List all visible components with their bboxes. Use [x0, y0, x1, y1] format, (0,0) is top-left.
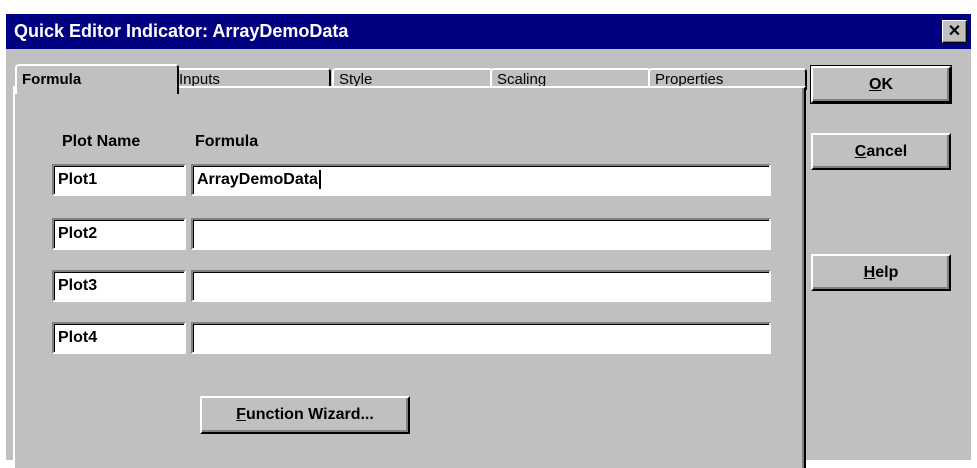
help-mnemonic: H — [863, 264, 876, 281]
tab-formula-label: Formula — [22, 71, 82, 88]
ok-label: K — [881, 76, 893, 93]
plot-name-field[interactable]: Plot3 — [52, 270, 186, 302]
formula-field[interactable] — [191, 322, 771, 354]
close-icon: ✕ — [947, 23, 962, 40]
dialog-window: Quick Editor Indicator: ArrayDemoData ✕ … — [6, 14, 971, 468]
formula-field[interactable] — [191, 218, 771, 250]
window-title: Quick Editor Indicator: ArrayDemoData — [14, 21, 349, 41]
plot1-name-value: Plot1 — [58, 171, 98, 188]
plot-name-field[interactable]: Plot1 — [52, 164, 186, 196]
formula-field[interactable]: ArrayDemoData — [191, 164, 771, 196]
help-label: elp — [875, 264, 899, 281]
close-button[interactable]: ✕ — [942, 20, 967, 43]
title-bar[interactable]: Quick Editor Indicator: ArrayDemoData ✕ — [6, 14, 971, 49]
help-button[interactable]: Help — [811, 254, 951, 291]
cancel-label: ancel — [866, 143, 908, 160]
plot4-name-value: Plot4 — [58, 329, 98, 346]
plot3-name-value: Plot3 — [58, 277, 98, 294]
formula-header: Formula — [195, 133, 259, 150]
function-wizard-mnemonic: F — [236, 406, 246, 423]
function-wizard-label: unction Wizard... — [245, 406, 374, 423]
ok-button[interactable]: OK — [810, 65, 952, 104]
ok-mnemonic: O — [868, 76, 882, 93]
formula-field[interactable] — [191, 270, 771, 302]
plot1-formula-value: ArrayDemoData — [197, 171, 318, 188]
text-caret — [318, 170, 321, 190]
function-wizard-button[interactable]: Function Wizard... — [200, 396, 410, 434]
cancel-button[interactable]: Cancel — [811, 133, 951, 170]
plot-name-field[interactable]: Plot4 — [52, 322, 186, 354]
plot-name-header: Plot Name — [62, 133, 141, 150]
cancel-mnemonic: C — [854, 143, 867, 160]
plot2-name-value: Plot2 — [58, 225, 98, 242]
plot-name-field[interactable]: Plot2 — [52, 218, 186, 250]
tab-formula[interactable]: Formula — [15, 64, 179, 94]
